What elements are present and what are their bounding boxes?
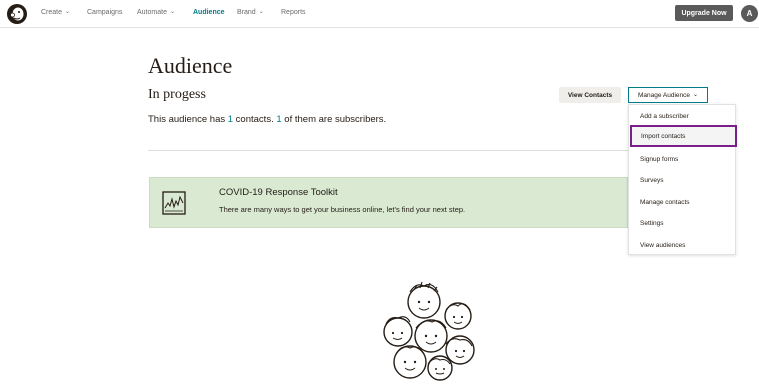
section-divider: [148, 150, 628, 151]
summary-suffix: of them are subscribers.: [281, 114, 387, 125]
group-faces-illustration: [383, 281, 475, 381]
menu-item-surveys[interactable]: Surveys: [629, 169, 737, 191]
chevron-down-icon: ⌄: [258, 9, 264, 15]
covid-toolkit-banner[interactable]: [149, 177, 628, 228]
chevron-down-icon: ⌄: [169, 9, 175, 15]
manage-audience-button[interactable]: Manage Audience ⌄: [628, 87, 708, 103]
banner-text: There are many ways to get your business…: [219, 205, 466, 214]
menu-item-signup-forms[interactable]: Signup forms: [629, 148, 737, 170]
nav-campaigns[interactable]: Campaigns: [87, 9, 122, 16]
page-title: Audience: [148, 53, 233, 78]
nav-reports-label: Reports: [281, 9, 306, 16]
upgrade-now-button[interactable]: Upgrade Now: [675, 5, 733, 21]
menu-item-add-subscriber[interactable]: Add a subscriber: [629, 105, 737, 127]
avatar[interactable]: A: [741, 5, 758, 22]
manage-audience-menu: Add a subscriber Import contacts Signup …: [628, 104, 737, 256]
chart-trend-icon: [162, 191, 186, 215]
summary-prefix: This audience has: [148, 114, 228, 125]
manage-audience-label: Manage Audience: [637, 91, 690, 99]
nav-brand[interactable]: Brand ⌄: [237, 9, 264, 16]
menu-item-settings[interactable]: Settings: [629, 212, 737, 234]
mailchimp-logo-icon[interactable]: [6, 3, 28, 25]
menu-item-import-contacts[interactable]: Import contacts: [630, 125, 737, 147]
menu-item-manage-contacts[interactable]: Manage contacts: [629, 191, 737, 213]
nav-create-label: Create: [41, 9, 63, 16]
nav-campaigns-label: Campaigns: [87, 9, 123, 16]
audience-summary: This audience has 1 contacts. 1 of them …: [148, 114, 386, 125]
nav-automate-label: Automate: [137, 9, 167, 16]
chevron-down-icon: ⌄: [693, 91, 699, 98]
view-contacts-button[interactable]: View Contacts: [559, 87, 621, 103]
nav-automate[interactable]: Automate ⌄: [137, 9, 175, 16]
top-navigation: Create ⌄ Campaigns Automate ⌄ Audience B…: [0, 0, 759, 28]
nav-reports[interactable]: Reports: [281, 9, 306, 16]
menu-item-view-audiences[interactable]: View audiences: [629, 234, 737, 256]
nav-audience[interactable]: Audience: [193, 9, 225, 16]
nav-brand-label: Brand: [237, 9, 256, 16]
audience-name: In progess: [148, 87, 206, 102]
chevron-down-icon: ⌄: [65, 9, 71, 15]
summary-mid: contacts.: [233, 114, 277, 125]
nav-create[interactable]: Create ⌄: [41, 9, 70, 16]
banner-title: COVID-19 Response Toolkit: [219, 187, 338, 198]
nav-audience-label: Audience: [193, 9, 225, 16]
